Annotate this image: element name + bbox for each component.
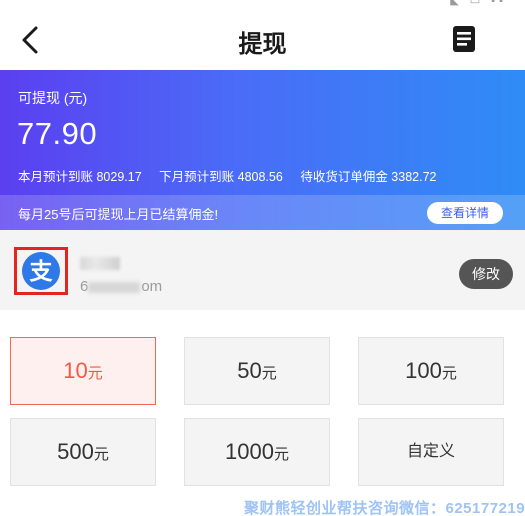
account-name-redacted [80,257,120,270]
amount-value: 500 [57,439,94,464]
amount-value: 10 [63,358,88,383]
account-id: 6 om [80,278,162,295]
watermark-text: 聚财熊轻创业帮扶咨询微信：625177219 [244,500,525,516]
amount-unit: 元 [273,446,289,463]
amount-option-100[interactable]: 100元 [358,337,504,405]
nav-bar: 提现 [0,8,525,70]
payout-account-row: 支 6 om 修改 [0,230,525,310]
amount-option-10[interactable]: 10元 [10,337,156,405]
alipay-icon: 支 [22,252,60,290]
next-month-estimate: 下月预计到账 4808.56 [159,170,283,184]
amount-unit: 元 [87,365,103,382]
amount-unit: 元 [261,365,277,382]
withdraw-records-button[interactable] [451,24,477,54]
alipay-highlight-frame: 支 [14,247,68,295]
amount-option-custom[interactable]: 自定义 [358,418,504,486]
amount-value: 100 [405,358,442,383]
amount-option-50[interactable]: 50元 [184,337,330,405]
account-id-suffix: om [141,278,163,295]
account-id-redacted [88,281,141,293]
page-title: 提现 [238,31,287,58]
amount-value: 1000 [225,439,274,464]
this-month-estimate: 本月预计到账 8029.17 [18,170,142,184]
pending-commission: 待收货订单佣金 3382.72 [300,170,437,184]
amount-options: 10元 50元 100元 500元 1000元 自定义 [0,310,525,516]
amount-unit: 元 [441,365,457,382]
amount-unit: 元 [93,446,109,463]
account-id-prefix: 6 [80,278,89,295]
edit-account-button[interactable]: 修改 [459,259,513,289]
view-details-button[interactable]: 查看详情 [427,202,503,224]
balance-amount: 77.90 [17,116,98,151]
balance-card: 可提现 (元) 77.90 本月预计到账 8029.17 下月预计到账 4808… [0,70,525,230]
amount-value: 50 [237,358,262,383]
balance-stats: 本月预计到账 8029.17 下月预计到账 4808.56 待收货订单佣金 33… [18,166,450,185]
notice-text: 每月25号后可提现上月已结算佣金! [18,207,219,222]
balance-label: 可提现 (元) [18,90,88,106]
document-list-icon [453,26,475,52]
notice-bar: 每月25号后可提现上月已结算佣金! 查看详情 [0,195,525,230]
amount-option-1000[interactable]: 1000元 [184,418,330,486]
status-bar: ◣ ▭ ▪▪ [0,0,525,8]
status-icons: ◣ ▭ ▪▪ [450,0,507,7]
amount-option-500[interactable]: 500元 [10,418,156,486]
